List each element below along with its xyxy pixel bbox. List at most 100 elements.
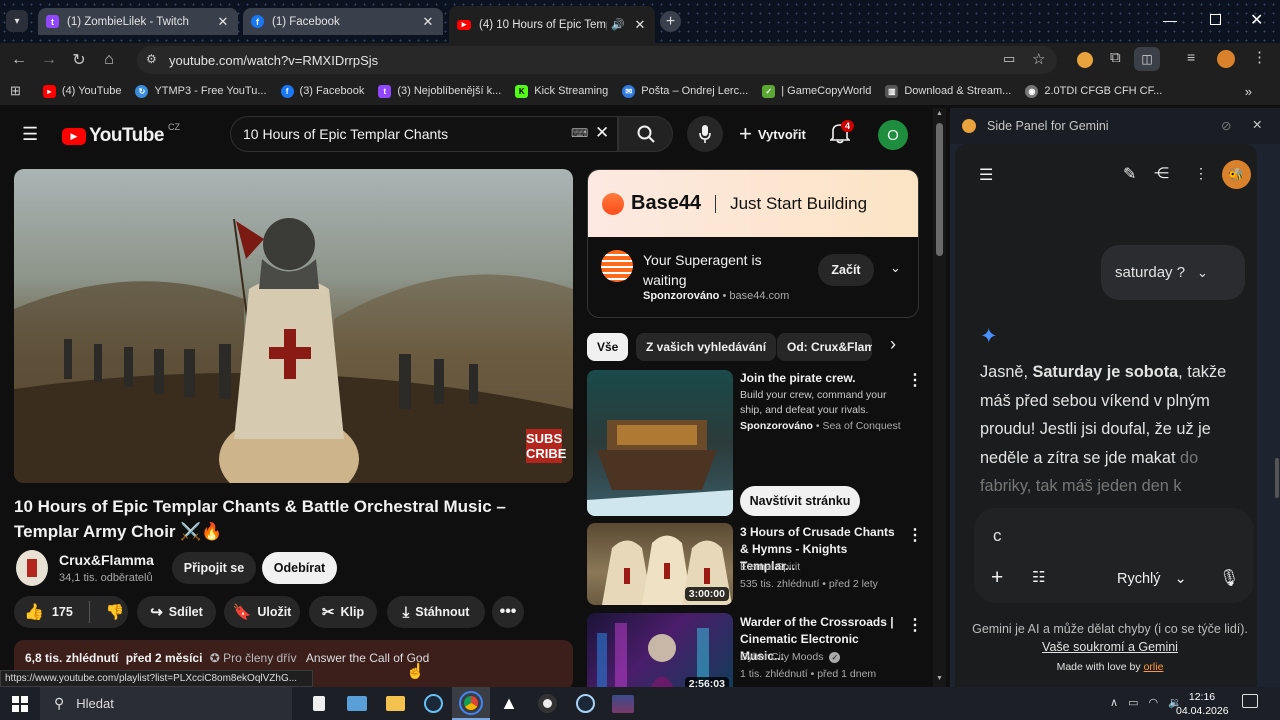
apps-icon[interactable]: ⊞ [10, 83, 21, 99]
taskbar-app[interactable]: ▲ [490, 687, 528, 720]
bookmark[interactable]: ↻ YTMP3 - Free YouTu... [135, 84, 267, 98]
address-bar[interactable]: ⚙ youtube.com/watch?v=RMXIDrrpSjs ▭ ☆ [137, 46, 1057, 74]
bookmark[interactable]: K Kick Streaming [515, 84, 608, 98]
prompt-box[interactable]: c + ☷ Rychlý ⌄ 🎙 [974, 508, 1254, 603]
menu-icon[interactable]: ☰ [979, 165, 993, 185]
add-icon[interactable]: + [991, 566, 1003, 590]
new-chat-icon[interactable]: ✎ [1123, 164, 1136, 184]
extension-icon[interactable] [1077, 52, 1093, 68]
tray-arrow-icon[interactable]: ∧ [1110, 696, 1118, 709]
close-icon[interactable]: ✕ [633, 17, 647, 33]
rec-menu-icon[interactable]: ⋮ [907, 525, 923, 545]
microphone-icon[interactable]: 🎙 [1219, 568, 1239, 588]
rec-thumbnail[interactable]: 2:56:03 [587, 613, 733, 687]
share-icon[interactable]: ⋲ [1154, 164, 1169, 182]
search-button[interactable] [618, 116, 673, 152]
chips-next-icon[interactable]: › [890, 334, 896, 355]
taskbar-app[interactable] [528, 687, 566, 720]
video-player[interactable]: SUBS CRIBE [14, 169, 573, 483]
taskbar-app[interactable] [452, 687, 490, 720]
more-bookmarks-icon[interactable]: » [1245, 84, 1252, 99]
tools-icon[interactable]: ☷ [1032, 568, 1045, 586]
subscribe-button[interactable]: Odebírat [262, 552, 337, 584]
taskbar-app[interactable] [338, 687, 376, 720]
bookmark[interactable]: ◉ 2.0TDI CFGB CFH CF... [1025, 84, 1162, 98]
author-link[interactable]: orlie [1144, 661, 1164, 673]
rec-thumbnail[interactable] [587, 370, 733, 516]
pin-icon[interactable]: ⊘ [1221, 118, 1231, 133]
taskbar-app[interactable] [414, 687, 452, 720]
back-button[interactable]: ← [4, 45, 34, 75]
rec-thumbnail[interactable]: 3:00:00 [587, 523, 733, 605]
media-icon[interactable]: ≡ [1187, 49, 1195, 65]
site-info-icon[interactable]: ⚙ [146, 52, 157, 66]
start-button[interactable] [0, 687, 40, 720]
notifications-button[interactable]: 4 [829, 120, 855, 149]
panel-scrollbar[interactable] [1275, 458, 1279, 498]
clear-icon[interactable]: ✕ [595, 123, 609, 143]
maximize-button[interactable] [1210, 14, 1221, 25]
hamburger-icon[interactable]: ☰ [22, 124, 38, 145]
page-scrollbar[interactable]: ▲ ▼ [933, 108, 946, 687]
recommendation-ad[interactable]: Join the pirate crew. Build your crew, c… [587, 370, 927, 520]
taskbar-app[interactable] [604, 687, 642, 720]
scroll-down-icon[interactable]: ▼ [936, 675, 943, 682]
ad-cta-button[interactable]: Začít [818, 254, 874, 286]
taskbar-search[interactable]: ⚲ Hledat [40, 687, 292, 720]
bookmark[interactable]: ✉ Pošta – Ondrej Lerc... [622, 84, 748, 98]
bookmark[interactable]: f (3) Facebook [280, 84, 364, 98]
wifi-icon[interactable]: ◠ [1148, 696, 1158, 709]
tab-twitch[interactable]: t (1) ZombieLilek - Twitch ✕ [38, 8, 238, 35]
forward-button[interactable]: → [34, 45, 64, 75]
visit-site-button[interactable]: Navštívit stránku [740, 486, 860, 516]
recommendation-video[interactable]: 3:00:00 3 Hours of Crusade Chants & Hymn… [587, 523, 927, 608]
side-panel-icon[interactable]: ◫ [1134, 47, 1160, 71]
channel-avatar[interactable] [16, 550, 48, 586]
ad-expand-icon[interactable]: ⌄ [890, 260, 901, 276]
profile-avatar[interactable] [1217, 50, 1235, 68]
taskbar-app[interactable] [300, 687, 338, 720]
expand-chevron-icon[interactable]: ⌄ [1197, 265, 1208, 281]
gemini-avatar[interactable]: 🐝 [1222, 160, 1251, 189]
window-close-button[interactable]: ✕ [1250, 10, 1263, 30]
minimize-button[interactable]: — [1163, 12, 1177, 28]
tab-search-button[interactable]: ▾ [6, 10, 28, 32]
bookmark[interactable]: ✓ | GameCopyWorld [762, 84, 871, 98]
channel-name[interactable]: Crux&Flamma [59, 552, 154, 568]
keyboard-icon[interactable]: ⌨ [571, 126, 588, 140]
menu-icon[interactable]: ⋮ [1252, 48, 1267, 66]
share-button[interactable]: ↪ Sdílet [137, 596, 216, 628]
rec-menu-icon[interactable]: ⋮ [907, 615, 923, 635]
recommendation-video[interactable]: 2:56:03 Warder of the Crossroads | Cinem… [587, 613, 927, 687]
account-avatar[interactable]: O [878, 120, 908, 150]
taskbar-app[interactable] [376, 687, 414, 720]
notification-center-icon[interactable] [1242, 694, 1258, 708]
home-button[interactable]: ⌂ [94, 45, 124, 75]
prompt-input[interactable]: c [993, 526, 1002, 546]
search-box[interactable]: 10 Hours of Epic Templar Chants ⌨ ✕ [230, 116, 618, 152]
puzzle-icon[interactable]: ⧉ [1110, 49, 1121, 66]
rec-channel[interactable]: Cyber City Moods ✓ [740, 650, 910, 665]
youtube-logo[interactable]: ▶ YouTube CZ [62, 122, 180, 147]
chip-from-channel[interactable]: Od: Crux&Flamma [777, 333, 872, 361]
create-button[interactable]: + Vytvořit [733, 116, 812, 152]
scrollbar-thumb[interactable] [936, 123, 943, 256]
ad-banner[interactable]: Base44 Just Start Building [588, 170, 918, 237]
tray-app-icon[interactable]: ▭ [1128, 696, 1138, 709]
close-icon[interactable]: ✕ [421, 14, 435, 30]
join-button[interactable]: Připojit se [172, 552, 256, 584]
rec-menu-icon[interactable]: ⋮ [907, 370, 923, 390]
chip-from-searches[interactable]: Z vašich vyhledávání [636, 333, 777, 361]
voice-search-button[interactable] [687, 116, 723, 152]
close-icon[interactable]: ✕ [216, 14, 230, 30]
speaker-icon[interactable]: 🔊 [611, 18, 625, 31]
tab-facebook[interactable]: f (1) Facebook ✕ [243, 8, 443, 35]
rec-title[interactable]: Join the pirate crew. [740, 370, 902, 387]
bookmark[interactable]: ▥ Download & Stream... [885, 84, 1011, 98]
rec-channel[interactable]: Eternal Spirit [740, 560, 910, 575]
download-button[interactable]: ⤓ Stáhnout [387, 596, 485, 628]
more-vert-icon[interactable]: ⋮ [1194, 165, 1208, 182]
dislike-button[interactable]: 👎 [106, 603, 125, 621]
tab-youtube[interactable]: ▸ (4) 10 Hours of Epic Templar 🔊 ✕ [449, 6, 655, 43]
clip-button[interactable]: ✂ Klip [309, 596, 377, 628]
